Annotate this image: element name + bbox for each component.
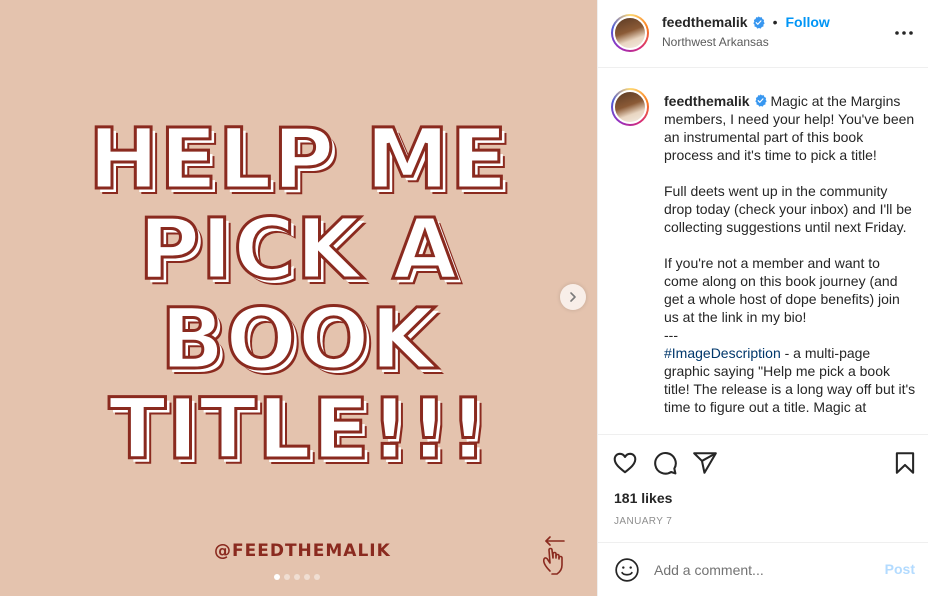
post-comment-button[interactable]: Post bbox=[885, 561, 915, 577]
chevron-right-icon bbox=[570, 292, 576, 302]
avatar[interactable] bbox=[611, 14, 649, 52]
post-actions: 181 likes JANUARY 7 bbox=[598, 434, 928, 542]
avatar-photo bbox=[613, 16, 647, 50]
follow-button[interactable]: Follow bbox=[786, 14, 830, 30]
post-caption: feedthemalik Magic at the Margins member… bbox=[664, 92, 916, 416]
headline-line: PICK A bbox=[137, 200, 459, 298]
post-image-headline: HELP ME PICK A BOOK TITLE!!! bbox=[0, 110, 597, 478]
heart-icon[interactable] bbox=[612, 450, 638, 476]
swipe-left-hand-icon bbox=[542, 536, 565, 575]
next-slide-button[interactable] bbox=[560, 284, 586, 310]
headline-line: TITLE!!! bbox=[107, 380, 489, 478]
bookmark-icon[interactable] bbox=[892, 450, 918, 476]
header-user-row: feedthemalik • Follow bbox=[662, 14, 830, 30]
carousel-dot bbox=[314, 574, 320, 580]
more-options-icon[interactable] bbox=[893, 23, 915, 43]
username-link[interactable]: feedthemalik bbox=[662, 14, 748, 30]
verified-badge-icon bbox=[752, 15, 765, 29]
hashtag-link[interactable]: #ImageDescription bbox=[664, 345, 781, 361]
caption-username[interactable]: feedthemalik bbox=[664, 93, 750, 109]
carousel-dot bbox=[304, 574, 310, 580]
carousel-indicator bbox=[274, 574, 320, 580]
likes-count[interactable]: 181 likes bbox=[614, 490, 672, 506]
post-date[interactable]: JANUARY 7 bbox=[614, 516, 672, 527]
image-watermark-handle: @FEEDTHEMALIK bbox=[214, 541, 391, 561]
carousel-dot bbox=[284, 574, 290, 580]
comment-icon[interactable] bbox=[652, 450, 678, 476]
comment-input[interactable] bbox=[654, 559, 864, 581]
carousel-dot bbox=[294, 574, 300, 580]
avatar-photo bbox=[613, 90, 647, 124]
post-header: feedthemalik • Follow Northwest Arkansas bbox=[598, 0, 928, 68]
comment-bar: Post bbox=[598, 542, 928, 596]
emoji-icon[interactable] bbox=[614, 557, 640, 583]
headline-line: HELP ME bbox=[87, 110, 509, 208]
post-side-panel: feedthemalik • Follow Northwest Arkansas… bbox=[597, 0, 928, 596]
caption-text: Magic at the Margins members, I need you… bbox=[664, 93, 915, 343]
post-media[interactable]: HELP ME PICK A BOOK TITLE!!! @FEEDTHEMAL… bbox=[0, 0, 597, 596]
share-icon[interactable] bbox=[692, 450, 718, 476]
headline-line: BOOK bbox=[159, 290, 437, 388]
location-link[interactable]: Northwest Arkansas bbox=[662, 35, 769, 49]
verified-badge-icon bbox=[754, 94, 767, 107]
avatar[interactable] bbox=[611, 88, 649, 126]
carousel-dot-active bbox=[274, 574, 280, 580]
caption-scroll-area[interactable]: feedthemalik Magic at the Margins member… bbox=[598, 68, 928, 434]
header-separator: • bbox=[772, 14, 778, 30]
